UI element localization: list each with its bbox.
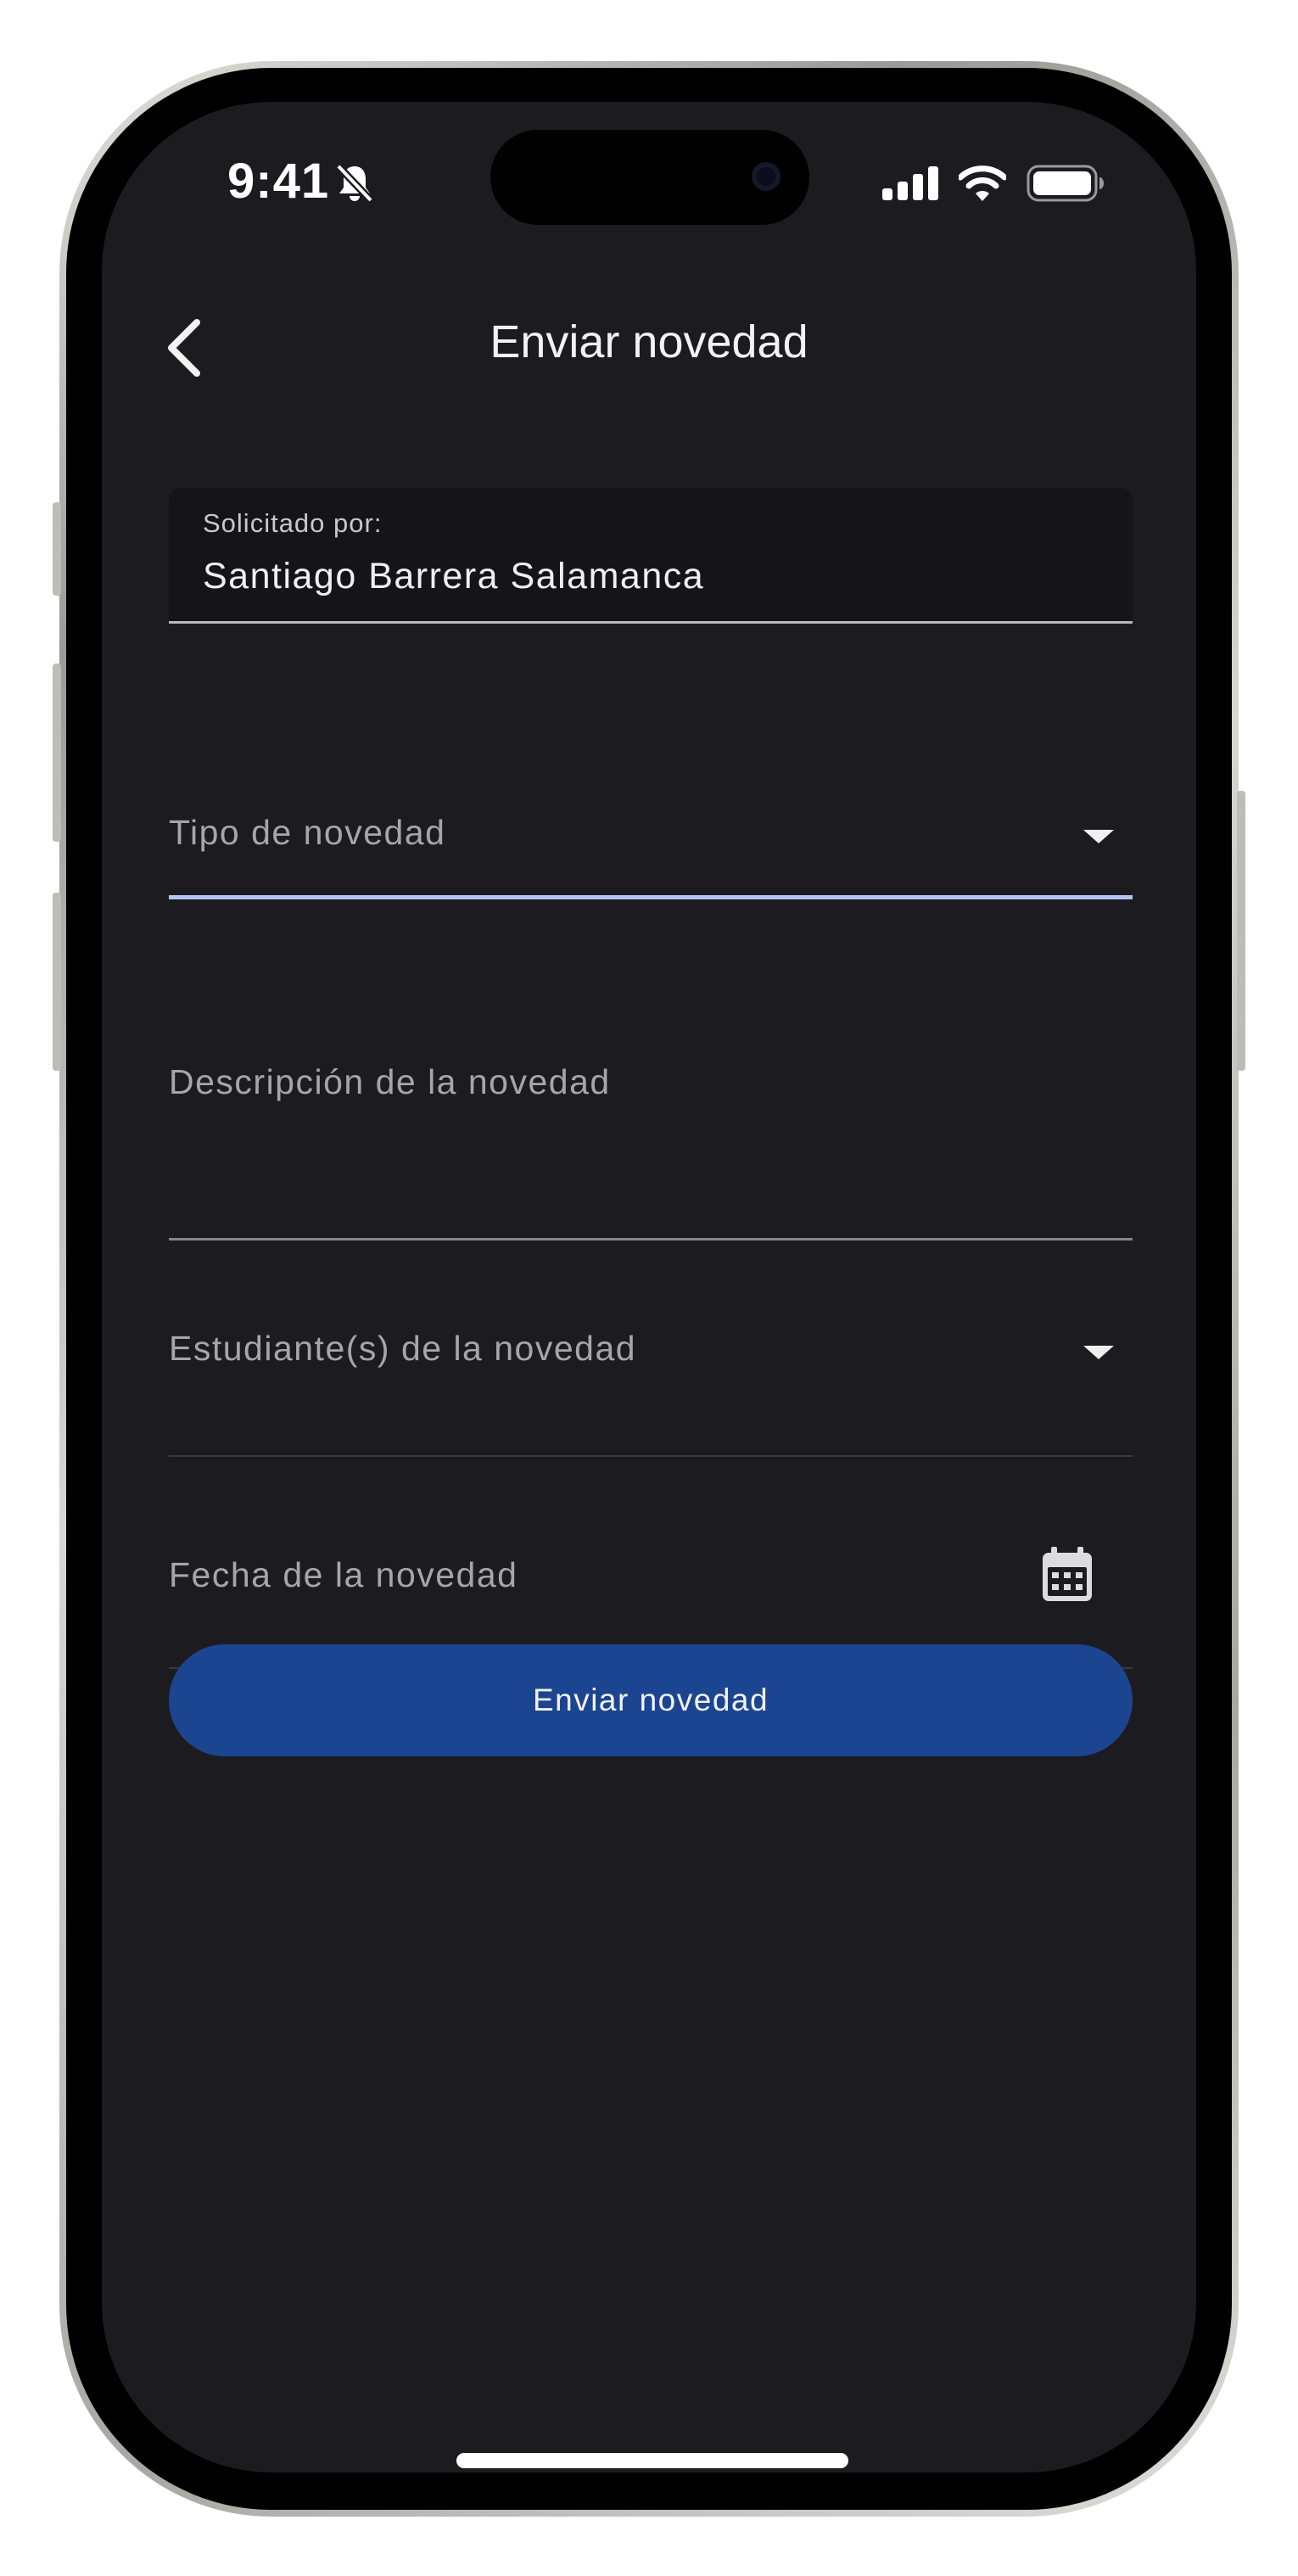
signal-icon [882, 166, 938, 200]
requested-by-value: Santiago Barrera Salamanca [203, 556, 705, 596]
description-placeholder: Descripción de la novedad [169, 1062, 611, 1101]
type-placeholder: Tipo de novedad [169, 813, 446, 852]
calendar-icon[interactable] [1041, 1547, 1094, 1603]
students-placeholder: Estudiante(s) de la novedad [169, 1329, 637, 1368]
description-input[interactable]: Descripción de la novedad [169, 976, 1133, 1240]
caret-down-icon[interactable] [1083, 1346, 1114, 1359]
volume-down-button [53, 893, 61, 1071]
date-placeholder: Fecha de la novedad [169, 1555, 518, 1594]
status-icons [882, 165, 1105, 202]
camera-lens [752, 162, 780, 191]
action-button [53, 502, 61, 596]
requested-by-field[interactable]: Solicitado por: Santiago Barrera Salaman… [169, 488, 1133, 624]
app-screen: 9:41 Enviar novedad Solicitado por: Sant… [102, 102, 1196, 2472]
page-title: Enviar novedad [490, 316, 808, 367]
caret-down-icon[interactable] [1083, 830, 1114, 843]
requested-by-label: Solicitado por: [203, 508, 383, 538]
power-button [1237, 791, 1245, 1071]
status-time: 9:41 [227, 154, 330, 209]
wifi-icon [959, 165, 1006, 201]
bell-slash-icon [335, 163, 374, 204]
submit-button[interactable]: Enviar novedad [169, 1644, 1133, 1756]
type-select[interactable]: Tipo de novedad [169, 713, 1133, 899]
battery-icon [1027, 165, 1104, 202]
home-indicator[interactable] [456, 2453, 848, 2468]
volume-up-button [53, 664, 61, 842]
dynamic-island [490, 130, 809, 225]
students-select[interactable]: Estudiante(s) de la novedad [169, 1240, 1133, 1457]
date-input[interactable]: Fecha de la novedad [169, 1457, 1133, 1669]
